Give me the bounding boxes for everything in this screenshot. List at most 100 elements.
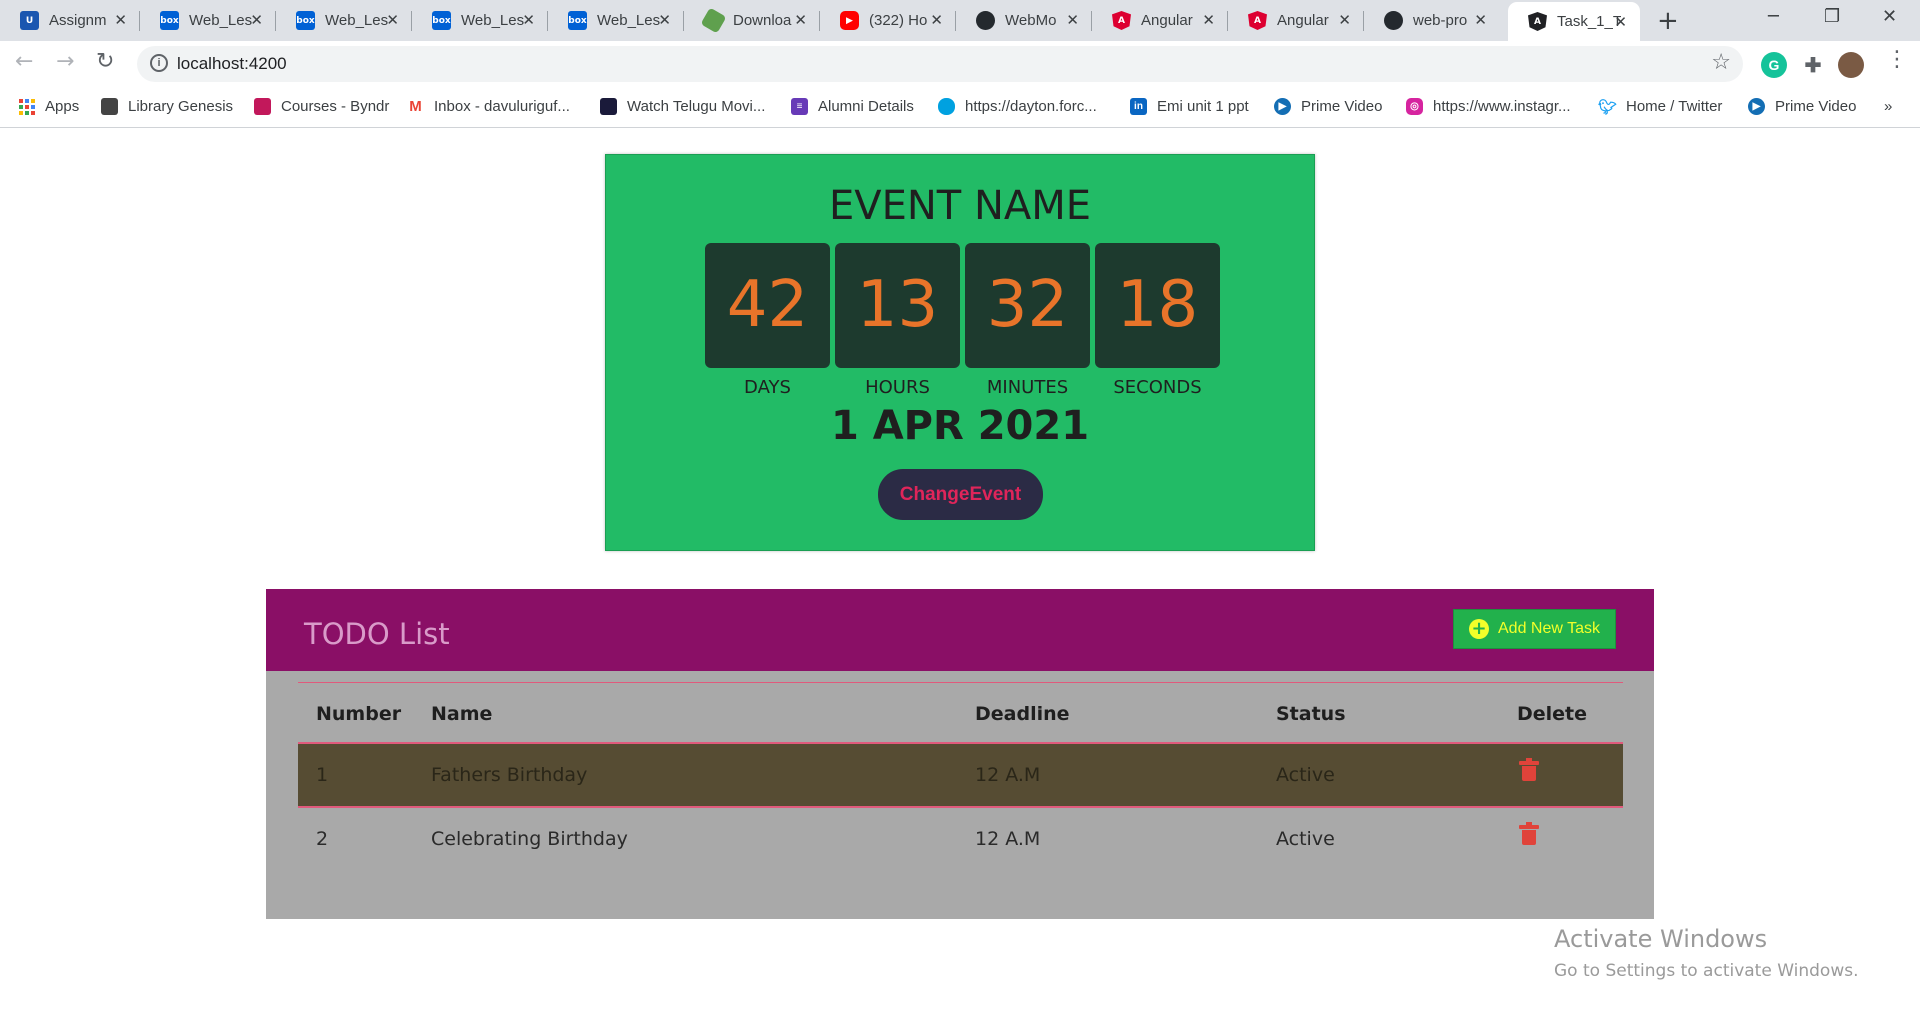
- extensions-puzzle-icon[interactable]: ✚: [1800, 52, 1826, 78]
- tab-title: Web_Les: [189, 12, 253, 29]
- browser-tab[interactable]: box Web_Les ✕: [140, 0, 276, 41]
- change-event-button[interactable]: ChangeEvent: [878, 469, 1043, 520]
- task-deadline: 12 A.M: [975, 828, 1041, 850]
- bookmark-item[interactable]: Library Genesis: [101, 98, 233, 115]
- salesforce-icon: [938, 98, 955, 115]
- browser-tab[interactable]: WebMo ✕: [956, 0, 1092, 41]
- address-bar[interactable]: i localhost:4200 ☆: [137, 46, 1743, 82]
- trash-icon[interactable]: [1519, 758, 1539, 781]
- byndr-icon: [254, 98, 271, 115]
- forms-icon: ≡: [791, 98, 808, 115]
- tab-close-icon[interactable]: ✕: [1474, 11, 1487, 29]
- countdown-seconds-value: 18: [1116, 268, 1199, 342]
- browser-tab[interactable]: A Angular ✕: [1092, 0, 1228, 41]
- trash-lid: [1519, 825, 1539, 829]
- bookmark-star-icon[interactable]: ☆: [1711, 50, 1731, 75]
- tab-close-icon[interactable]: ✕: [1066, 11, 1079, 29]
- tab-title: (322) Ho: [869, 12, 928, 29]
- event-title: EVENT NAME: [828, 183, 1092, 229]
- task-status: Active: [1276, 828, 1335, 850]
- table-row[interactable]: 2 Celebrating Birthday 12 A.M Active: [298, 808, 1623, 872]
- forward-icon[interactable]: →: [56, 49, 74, 74]
- url-text[interactable]: localhost:4200: [177, 54, 287, 74]
- trash-icon[interactable]: [1519, 822, 1539, 845]
- bookmark-item[interactable]: M Inbox - davuluriguf...: [407, 98, 570, 115]
- bookmark-item[interactable]: ◎ https://www.instagr...: [1406, 98, 1571, 115]
- github-icon: [976, 11, 995, 30]
- bookmark-item[interactable]: Courses - Byndr: [254, 98, 389, 115]
- todo-table: Number Name Deadline Status Delete 1 Fat…: [298, 682, 1623, 872]
- chrome-menu-icon[interactable]: ⋮: [1886, 47, 1908, 72]
- tab-title: Task_1_T: [1557, 13, 1621, 30]
- browser-tab[interactable]: U Assignm ✕: [0, 0, 140, 41]
- browser-tab[interactable]: box Web_Les ✕: [548, 0, 684, 41]
- table-header-row: Number Name Deadline Status Delete: [298, 682, 1623, 744]
- tab-title: Angular: [1277, 12, 1329, 29]
- task-number: 1: [316, 764, 329, 786]
- libgen-icon: [101, 98, 118, 115]
- browser-tab[interactable]: A Angular ✕: [1228, 0, 1364, 41]
- browser-tab[interactable]: box Web_Les ✕: [276, 0, 412, 41]
- bookmark-item[interactable]: ≡ Alumni Details: [791, 98, 914, 115]
- profile-avatar[interactable]: [1838, 52, 1864, 78]
- box-icon: box: [160, 11, 179, 30]
- bookmark-apps[interactable]: Apps: [19, 98, 79, 115]
- tab-close-icon[interactable]: ✕: [930, 11, 943, 29]
- countdown-days-label: DAYS: [744, 377, 791, 398]
- bookmark-label: Prime Video: [1301, 98, 1383, 115]
- tab-close-icon[interactable]: ✕: [1614, 13, 1627, 31]
- bookmark-item[interactable]: ▶ Prime Video: [1748, 98, 1856, 115]
- site-info-icon[interactable]: i: [150, 54, 168, 72]
- bookmark-label: Home / Twitter: [1626, 98, 1723, 115]
- bookmark-label: Inbox - davuluriguf...: [434, 98, 570, 115]
- grammarly-icon[interactable]: G: [1761, 52, 1787, 78]
- bookmark-label: https://dayton.forc...: [965, 98, 1097, 115]
- angular-icon: A: [1112, 11, 1131, 30]
- bookmark-label: Emi unit 1 ppt: [1157, 98, 1249, 115]
- gmail-icon: M: [407, 98, 424, 115]
- back-icon[interactable]: ←: [15, 49, 33, 74]
- tab-close-icon[interactable]: ✕: [1202, 11, 1215, 29]
- browser-tab[interactable]: box Web_Les ✕: [412, 0, 548, 41]
- countdown-minutes-label: MINUTES: [986, 377, 1069, 398]
- bookmark-item[interactable]: https://dayton.forc...: [938, 98, 1097, 115]
- countdown-days-box: 42: [705, 243, 830, 368]
- todo-title: TODO List: [304, 617, 450, 651]
- browser-tab[interactable]: Downloa ✕: [684, 0, 820, 41]
- tab-close-icon[interactable]: ✕: [114, 11, 127, 29]
- browser-tab[interactable]: web-pro ✕: [1364, 0, 1500, 41]
- tab-title: WebMo: [1005, 12, 1057, 29]
- tab-close-icon[interactable]: ✕: [250, 11, 263, 29]
- tab-close-icon[interactable]: ✕: [658, 11, 671, 29]
- youtube-icon: ▶: [840, 11, 859, 30]
- tab-close-icon[interactable]: ✕: [386, 11, 399, 29]
- box-icon: box: [296, 11, 315, 30]
- close-window-icon[interactable]: ✕: [1882, 6, 1897, 27]
- bookmarks-overflow-button[interactable]: »: [1884, 98, 1892, 115]
- bookmark-label: https://www.instagr...: [1433, 98, 1571, 115]
- prime-video-icon: ▶: [1748, 98, 1765, 115]
- new-tab-icon[interactable]: +: [1657, 6, 1679, 36]
- tab-close-icon[interactable]: ✕: [1338, 11, 1351, 29]
- bookmark-item[interactable]: 🐦︎ Home / Twitter: [1598, 98, 1723, 116]
- tab-close-icon[interactable]: ✕: [794, 11, 807, 29]
- column-header-status: Status: [1276, 703, 1346, 725]
- add-new-task-button[interactable]: + Add New Task: [1453, 609, 1616, 649]
- countdown-hours-box: 13: [835, 243, 960, 368]
- task-name: Celebrating Birthday: [431, 828, 628, 850]
- browser-tab[interactable]: ▶ (322) Ho ✕: [820, 0, 956, 41]
- reload-icon[interactable]: ↻: [96, 49, 114, 74]
- table-row[interactable]: 1 Fathers Birthday 12 A.M Active: [298, 744, 1623, 808]
- bookmark-item[interactable]: Watch Telugu Movi...: [600, 98, 765, 115]
- bookmark-label: Prime Video: [1775, 98, 1857, 115]
- box-icon: box: [432, 11, 451, 30]
- minimize-icon[interactable]: ─: [1768, 6, 1779, 27]
- bookmark-item[interactable]: ▶ Prime Video: [1274, 98, 1382, 115]
- angular-icon: A: [1248, 11, 1267, 30]
- browser-tab-active[interactable]: A Task_1_T ✕: [1508, 2, 1640, 41]
- restore-icon[interactable]: ❐: [1824, 6, 1840, 27]
- node-icon: [700, 7, 727, 34]
- tab-close-icon[interactable]: ✕: [522, 11, 535, 29]
- countdown-seconds-box: 18: [1095, 243, 1220, 368]
- bookmark-item[interactable]: in Emi unit 1 ppt: [1130, 98, 1249, 115]
